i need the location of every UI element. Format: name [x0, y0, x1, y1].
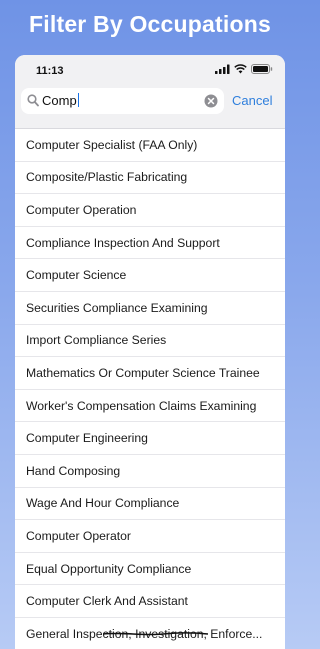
list-item-label: Import Compliance Series [26, 333, 167, 348]
list-item-label: Computer Engineering [26, 431, 148, 446]
phone-screen: 11:13 Comp Cancel Computer Specialist (F… [15, 55, 285, 649]
clear-icon[interactable] [204, 94, 218, 108]
search-icon [27, 94, 39, 107]
list-item[interactable]: Import Compliance Series [15, 325, 285, 358]
list-item-label: Composite/Plastic Fabricating [26, 170, 188, 185]
list-item[interactable]: Hand Composing [15, 455, 285, 488]
list-item[interactable]: Mathematics Or Computer Science Trainee [15, 357, 285, 390]
list-item-label: Hand Composing [26, 463, 121, 478]
wifi-icon [234, 64, 247, 74]
status-bar: 11:13 [15, 55, 285, 85]
list-item[interactable]: Computer Specialist (FAA Only) [15, 129, 285, 162]
list-item-label: Mathematics Or Computer Science Trainee [26, 365, 260, 380]
search-header: 11:13 Comp Cancel [15, 55, 285, 129]
list-item-label: Wage And Hour Compliance [26, 496, 180, 511]
list-item-label: Computer Operator [26, 528, 131, 543]
list-item-label: General Inspection, Investigation, Enfor… [26, 626, 263, 641]
list-item-label: Equal Opportunity Compliance [26, 561, 192, 576]
list-item[interactable]: Computer Engineering [15, 422, 285, 455]
list-item[interactable]: Computer Operator [15, 520, 285, 553]
list-item[interactable]: Computer Clerk And Assistant [15, 585, 285, 618]
status-time: 11:13 [36, 65, 64, 77]
battery-icon [251, 64, 273, 74]
status-icons [215, 64, 273, 74]
list-item[interactable]: Computer Operation [15, 194, 285, 227]
search-input-value: Comp [42, 93, 79, 108]
list-item-label: Computer Science [26, 268, 127, 283]
search-input[interactable]: Comp [21, 88, 224, 114]
list-item[interactable]: Compliance Inspection And Support [15, 227, 285, 260]
list-item[interactable]: Worker's Compensation Claims Examining [15, 390, 285, 423]
results-list: Computer Specialist (FAA Only) Composite/… [15, 129, 285, 649]
search-row: Comp Cancel [21, 88, 279, 114]
list-item-label: Compliance Inspection And Support [26, 235, 220, 250]
promo-title: Filter By Occupations [29, 11, 271, 37]
list-item[interactable]: Equal Opportunity Compliance [15, 553, 285, 586]
signal-icon [215, 64, 230, 74]
cancel-button[interactable]: Cancel [232, 93, 272, 108]
list-item[interactable]: General Inspection, Investigation, Enfor… [15, 618, 285, 649]
list-item-label: Worker's Compensation Claims Examining [26, 398, 257, 413]
list-item[interactable]: Computer Science [15, 259, 285, 292]
list-item[interactable]: Wage And Hour Compliance [15, 488, 285, 521]
list-item-label: Securities Compliance Examining [26, 300, 208, 315]
list-item-label: Computer Operation [26, 202, 137, 217]
text-caret [77, 93, 79, 107]
list-item[interactable]: Securities Compliance Examining [15, 292, 285, 325]
list-item[interactable]: Composite/Plastic Fabricating [15, 162, 285, 195]
list-item-label: Computer Clerk And Assistant [26, 594, 188, 609]
list-item-label: Computer Specialist (FAA Only) [26, 137, 198, 152]
